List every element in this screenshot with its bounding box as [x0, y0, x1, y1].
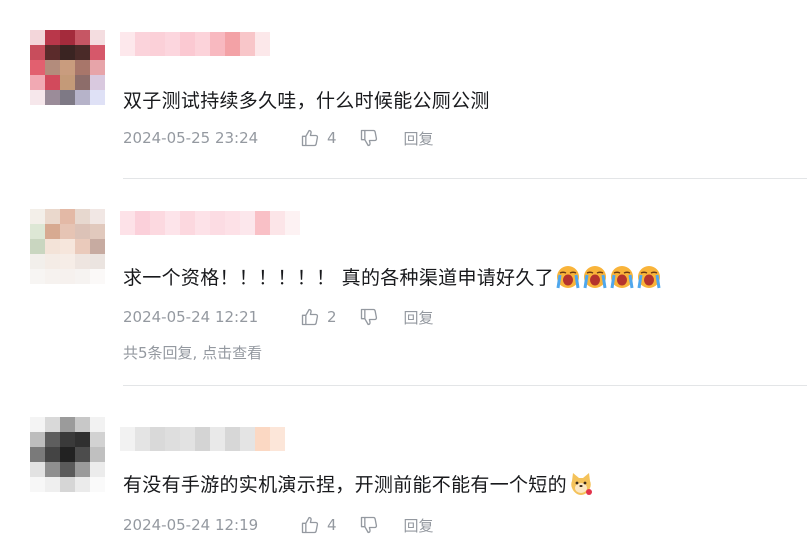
thumbs-down-icon: [360, 516, 377, 534]
crying-emoji: [637, 265, 661, 288]
like-button[interactable]: 4: [300, 128, 337, 148]
avatar[interactable]: [30, 417, 105, 492]
avatar[interactable]: [30, 30, 105, 105]
comment-text-body: 求一个资格！！！！！！ 真的各种渠道申请好久了: [123, 267, 554, 289]
comment-text: 求一个资格！！！！！！ 真的各种渠道申请好久了: [123, 263, 662, 290]
comment-time: 2024-05-24 12:21: [123, 308, 259, 326]
username[interactable]: [120, 211, 300, 235]
dislike-button[interactable]: [359, 128, 379, 148]
like-count: 2: [327, 308, 337, 326]
username[interactable]: [120, 427, 285, 451]
comment-text-body: 有没有手游的实机演示捏，开测前能不能有一个短的: [123, 474, 567, 496]
like-count: 4: [327, 516, 337, 534]
comment-time: 2024-05-25 23:24: [123, 129, 259, 147]
comment-text: 有没有手游的实机演示捏，开测前能不能有一个短的: [123, 470, 594, 497]
dislike-button[interactable]: [359, 307, 379, 327]
like-button[interactable]: 2: [300, 307, 337, 327]
thumbs-up-icon: [301, 308, 319, 326]
like-count: 4: [327, 129, 337, 147]
crying-emoji: [556, 265, 580, 288]
comment-text: 双子测试持续多久哇，什么时候能公厕公测: [123, 86, 490, 113]
username[interactable]: [120, 32, 270, 56]
avatar[interactable]: [30, 209, 105, 284]
thumbs-up-icon: [301, 129, 319, 147]
reply-button[interactable]: 回复: [404, 128, 434, 149]
crying-emoji: [610, 265, 634, 288]
like-button[interactable]: 4: [300, 515, 337, 535]
thumbs-down-icon: [360, 308, 377, 326]
view-replies-link[interactable]: 共5条回复, 点击查看: [123, 342, 262, 363]
divider: [123, 385, 807, 386]
thumbs-down-icon: [360, 129, 377, 147]
divider: [123, 178, 807, 179]
comment-meta: 2024-05-25 23:24 4 回复: [123, 127, 434, 149]
thumbs-up-icon: [301, 516, 319, 534]
comment-meta: 2024-05-24 12:19 4 回复: [123, 514, 434, 536]
doge-emoji: [571, 472, 592, 495]
reply-button[interactable]: 回复: [404, 307, 434, 328]
comment-text-body: 双子测试持续多久哇，什么时候能公厕公测: [123, 90, 490, 112]
comment-meta: 2024-05-24 12:21 2 回复: [123, 306, 434, 328]
comment-time: 2024-05-24 12:19: [123, 516, 259, 534]
crying-emoji: [583, 265, 607, 288]
dislike-button[interactable]: [359, 515, 379, 535]
reply-button[interactable]: 回复: [404, 515, 434, 536]
